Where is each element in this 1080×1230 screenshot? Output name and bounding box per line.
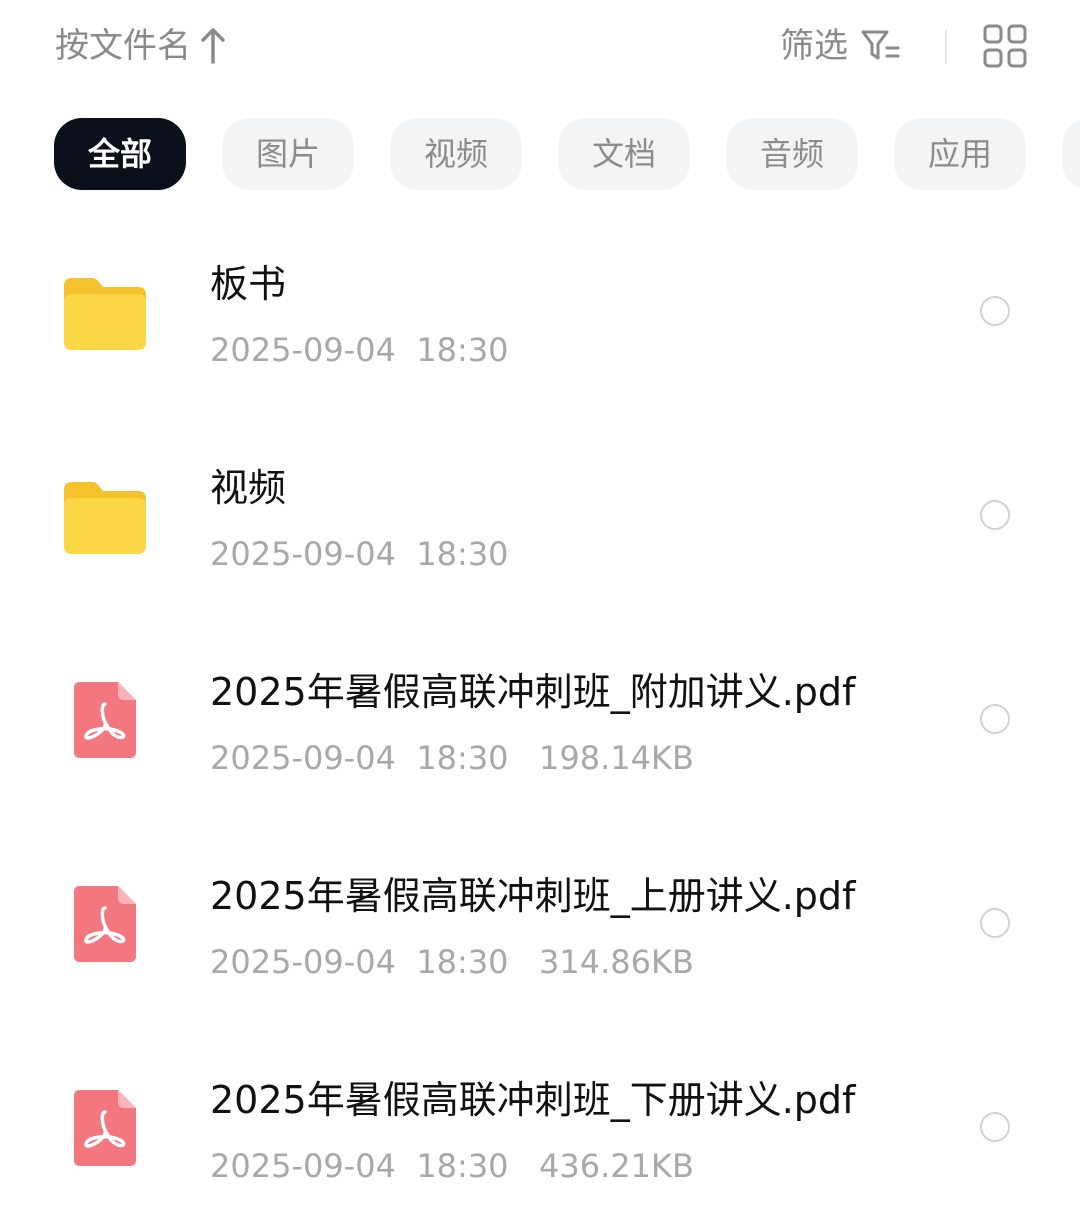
pdf-file-icon (74, 886, 136, 962)
file-date: 2025-09-04 (210, 739, 396, 777)
file-row-folder[interactable]: 板书 2025-09-04 18:30 (0, 210, 1080, 414)
file-size: 198.14KB (539, 739, 694, 777)
chip-documents[interactable]: 文档 (558, 118, 690, 190)
file-row-pdf[interactable]: 2025年暑假高联冲刺班_上册讲义.pdf 2025-09-04 18:30 3… (0, 822, 1080, 1026)
sort-by-name-button[interactable]: 按文件名 (55, 22, 227, 70)
chip-images[interactable]: 图片 (222, 118, 354, 190)
file-date: 2025-09-04 (210, 535, 396, 573)
filter-label: 筛选 (780, 26, 848, 66)
toolbar-divider (945, 30, 947, 64)
pdf-file-icon (74, 682, 136, 758)
file-time: 18:30 (416, 1147, 509, 1185)
chip-apps[interactable]: 应用 (894, 118, 1026, 190)
pdf-file-icon (74, 1090, 136, 1166)
file-meta: 2025-09-04 18:30 (210, 328, 509, 372)
folder-icon (64, 482, 146, 554)
file-name: 2025年暑假高联冲刺班_下册讲义.pdf (210, 1078, 856, 1122)
file-date: 2025-09-04 (210, 1147, 396, 1185)
file-row-pdf[interactable]: 2025年暑假高联冲刺班_下册讲义.pdf 2025-09-04 18:30 4… (0, 1026, 1080, 1230)
file-size: 314.86KB (539, 943, 694, 981)
file-time: 18:30 (416, 739, 509, 777)
folder-icon (64, 278, 146, 350)
file-meta: 2025-09-04 18:30 314.86KB (210, 940, 694, 984)
filter-button[interactable]: 筛选 (780, 22, 900, 70)
file-date: 2025-09-04 (210, 331, 396, 369)
select-checkbox[interactable] (980, 1112, 1010, 1142)
filter-icon (861, 30, 900, 60)
category-filter-bar: 全部 图片 视频 文档 音频 应用 (0, 118, 1080, 192)
file-time: 18:30 (416, 943, 509, 981)
file-row-pdf[interactable]: 2025年暑假高联冲刺班_附加讲义.pdf 2025-09-04 18:30 1… (0, 618, 1080, 822)
top-toolbar: 按文件名 筛选 (0, 0, 1080, 96)
file-row-folder[interactable]: 视频 2025-09-04 18:30 (0, 414, 1080, 618)
select-checkbox[interactable] (980, 704, 1010, 734)
file-date: 2025-09-04 (210, 943, 396, 981)
file-name: 板书 (210, 262, 287, 306)
file-time: 18:30 (416, 535, 509, 573)
sort-label: 按文件名 (55, 26, 191, 66)
file-name: 2025年暑假高联冲刺班_上册讲义.pdf (210, 874, 856, 918)
chip-more[interactable] (1062, 118, 1080, 190)
grid-view-icon[interactable] (983, 24, 1027, 68)
file-size: 436.21KB (539, 1147, 694, 1185)
chip-audio[interactable]: 音频 (726, 118, 858, 190)
select-checkbox[interactable] (980, 500, 1010, 530)
select-checkbox[interactable] (980, 296, 1010, 326)
file-meta: 2025-09-04 18:30 436.21KB (210, 1144, 694, 1188)
file-name: 2025年暑假高联冲刺班_附加讲义.pdf (210, 670, 856, 714)
chip-all[interactable]: 全部 (54, 118, 186, 190)
file-meta: 2025-09-04 18:30 198.14KB (210, 736, 694, 780)
file-name: 视频 (210, 466, 287, 510)
select-checkbox[interactable] (980, 908, 1010, 938)
arrow-up-icon (201, 28, 225, 64)
file-meta: 2025-09-04 18:30 (210, 532, 509, 576)
chip-videos[interactable]: 视频 (390, 118, 522, 190)
file-time: 18:30 (416, 331, 509, 369)
